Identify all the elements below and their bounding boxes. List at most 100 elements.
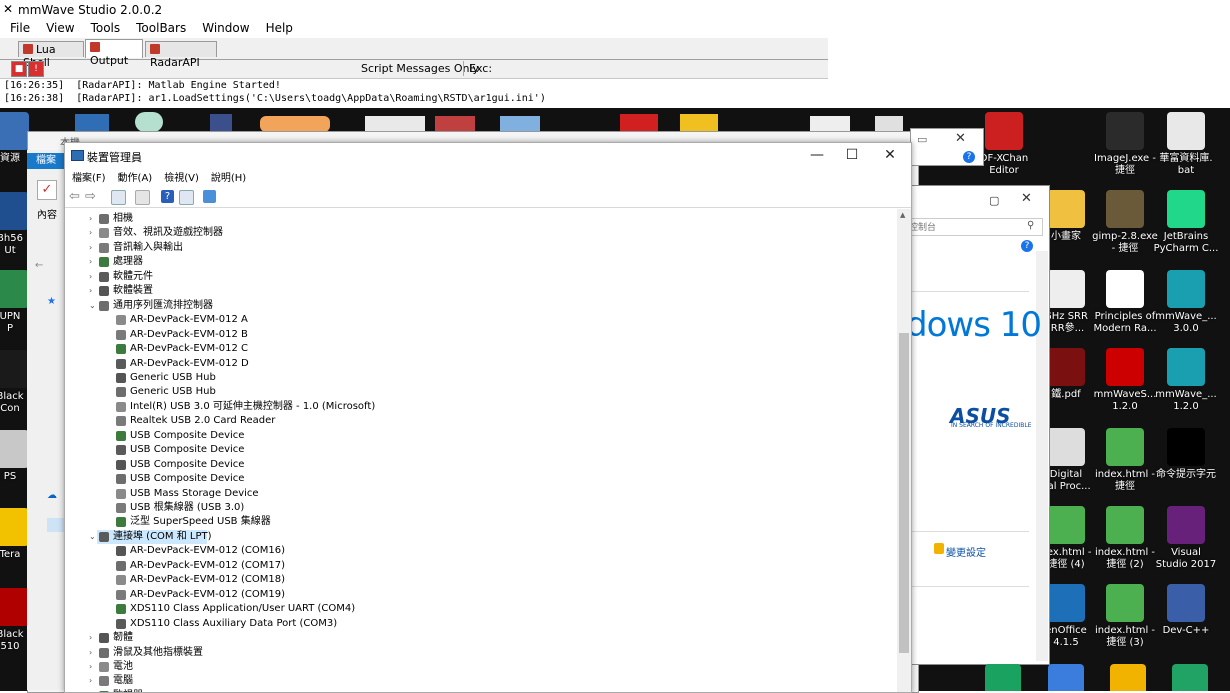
device-label: Generic USB Hub xyxy=(130,371,216,383)
minimize-icon[interactable]: ▭ xyxy=(917,133,927,146)
help-icon[interactable]: ? xyxy=(161,190,174,203)
shortcut-icon xyxy=(1167,584,1205,622)
properties-icon[interactable] xyxy=(111,190,126,205)
clear-output-icon[interactable]: ! xyxy=(28,61,44,77)
expand-chevron-icon[interactable]: › xyxy=(89,646,92,660)
shortcut-icon xyxy=(1106,584,1144,622)
app-icon xyxy=(875,116,903,132)
collapse-chevron-icon[interactable]: ⌄ xyxy=(89,299,96,313)
explorer-file-tab[interactable]: 檔案 xyxy=(27,153,65,169)
expand-chevron-icon[interactable]: › xyxy=(89,689,92,692)
tab-radarapi[interactable]: RadarAPI xyxy=(145,41,217,69)
script-messages-only-toggle[interactable]: Script Messages Only xyxy=(361,62,479,75)
desktop-shortcut-partial[interactable] xyxy=(1172,664,1208,691)
menu-view[interactable]: 檢視(V) xyxy=(164,169,199,186)
collapse-chevron-icon[interactable]: ⌄ xyxy=(89,530,96,544)
category-icon xyxy=(99,228,109,239)
shortcut-icon xyxy=(1047,506,1085,544)
app-icon xyxy=(135,112,163,132)
quick-access-star-icon[interactable]: ★ xyxy=(47,296,56,307)
desktop-shortcut[interactable]: JetBrains PyCharm C... xyxy=(1150,190,1222,255)
minimize-button[interactable]: — xyxy=(798,143,836,168)
menu-window[interactable]: Window xyxy=(192,19,255,38)
expand-chevron-icon[interactable]: › xyxy=(89,270,92,284)
shortcut-icon xyxy=(1106,506,1144,544)
menu-file[interactable]: 檔案(F) xyxy=(72,169,106,186)
scroll-up-icon[interactable]: ▲ xyxy=(900,211,905,219)
mmwave-tab-strip: Lua Shell Output RadarAPI xyxy=(0,39,828,69)
expand-chevron-icon[interactable]: › xyxy=(89,241,92,255)
expand-chevron-icon[interactable]: › xyxy=(89,212,92,226)
device-label: 連接埠 (COM 和 LPT) xyxy=(113,530,212,542)
shortcut-icon xyxy=(1167,506,1205,544)
mmwave-studio-window: ✕ mmWave Studio 2.0.0.2 File View Tools … xyxy=(0,0,828,108)
back-arrow-icon[interactable]: ⇦ xyxy=(69,190,82,203)
onedrive-icon[interactable]: ☁ xyxy=(47,490,57,501)
expand-chevron-icon[interactable]: › xyxy=(89,660,92,674)
menu-action[interactable]: 動作(A) xyxy=(118,169,153,186)
save-output-icon[interactable]: ■ xyxy=(11,61,27,77)
menu-toolbars[interactable]: ToolBars xyxy=(126,19,192,38)
close-icon[interactable]: ✕ xyxy=(955,131,966,146)
menu-help[interactable]: Help xyxy=(256,19,299,38)
expand-chevron-icon[interactable]: › xyxy=(89,674,92,688)
usb-device-icon xyxy=(116,430,126,441)
usb-device-icon xyxy=(116,459,126,470)
expand-chevron-icon[interactable]: › xyxy=(89,255,92,269)
device-label: AR-DevPack-EVM-012 B xyxy=(130,328,248,340)
shortcut-icon xyxy=(0,270,29,308)
desktop-shortcut-partial[interactable] xyxy=(1048,664,1084,691)
device-tree: › 相機 › 音效、視訊及遊戲控制器 › 音訊輸入與輸出 › 處理器 › 軟體元件 › 軟體裝置 ⌄ 通用… xyxy=(65,209,897,692)
tab-lua-shell[interactable]: Lua Shell xyxy=(18,41,84,69)
desktop-shortcut[interactable]: 命令提示字元 xyxy=(1150,428,1222,481)
forward-arrow-icon[interactable]: ⇨ xyxy=(85,190,98,203)
shortcut-icon xyxy=(1047,584,1085,622)
close-button[interactable]: ✕ xyxy=(871,143,909,168)
maximize-button[interactable]: ☐ xyxy=(833,143,871,168)
shortcut-icon xyxy=(0,588,29,626)
output-console[interactable]: [16:26:35] [RadarAPI]: Matlab Engine Sta… xyxy=(0,79,828,108)
expand-chevron-icon[interactable]: › xyxy=(89,631,92,645)
desktop-shortcut[interactable]: Visual Studio 2017 xyxy=(1150,506,1222,571)
category-icon xyxy=(99,676,109,687)
category-icon xyxy=(99,531,109,542)
menu-help[interactable]: 說明(H) xyxy=(211,169,246,186)
search-icon[interactable]: ⚲ xyxy=(1027,220,1034,231)
app-icon xyxy=(435,116,475,132)
help-icon[interactable]: ? xyxy=(963,151,975,163)
expand-chevron-icon[interactable]: › xyxy=(89,284,92,298)
device-label: 監視器 xyxy=(113,689,143,692)
close-icon[interactable]: ✕ xyxy=(1021,191,1032,206)
lua-shell-icon xyxy=(23,44,33,54)
desktop-shortcut[interactable]: mmWave_... 1.2.0 xyxy=(1150,348,1222,413)
help-icon[interactable]: ? xyxy=(1021,240,1033,252)
desktop-icon-label: 華富資料庫. bat xyxy=(1159,153,1213,176)
menu-view[interactable]: View xyxy=(36,19,80,38)
usb-device-icon xyxy=(116,575,126,586)
shortcut-icon xyxy=(985,112,1023,150)
change-settings-link[interactable]: 變更設定 xyxy=(946,544,986,559)
device-label: AR-DevPack-EVM-012 (COM17) xyxy=(130,559,286,571)
desktop-shortcut[interactable]: Dev-C++ xyxy=(1150,584,1222,637)
desktop-shortcut-partial[interactable] xyxy=(985,664,1021,691)
usb-device-icon xyxy=(116,445,126,456)
desktop-shortcut[interactable]: mmWave_... 3.0.0 xyxy=(1150,270,1222,335)
back-arrow-icon[interactable]: ← xyxy=(35,260,43,271)
tab-output[interactable]: Output xyxy=(85,39,143,67)
scrollbar-thumb[interactable] xyxy=(899,333,909,653)
category-icon xyxy=(99,242,109,253)
scan-hardware-monitor-icon[interactable] xyxy=(203,190,216,203)
update-driver-icon[interactable] xyxy=(179,190,194,205)
exc-label: Exc: xyxy=(469,62,493,75)
menu-file[interactable]: File xyxy=(0,19,36,38)
console-line: [16:26:35] [RadarAPI]: Matlab Engine Sta… xyxy=(4,80,281,91)
maximize-icon[interactable]: ▢ xyxy=(989,194,999,207)
menu-tools[interactable]: Tools xyxy=(81,19,127,38)
device-category[interactable]: ⌄ 連接埠 (COM 和 LPT) xyxy=(89,529,212,544)
desktop-shortcut-partial[interactable] xyxy=(1110,664,1146,691)
device-label: XDS110 Class Application/User UART (COM4… xyxy=(130,603,356,615)
device-label: 滑鼠及其他指標裝置 xyxy=(113,646,203,658)
desktop-shortcut[interactable]: 華富資料庫. bat xyxy=(1150,112,1222,177)
expand-chevron-icon[interactable]: › xyxy=(89,226,92,240)
show-hide-console-tree-icon[interactable] xyxy=(135,190,150,205)
